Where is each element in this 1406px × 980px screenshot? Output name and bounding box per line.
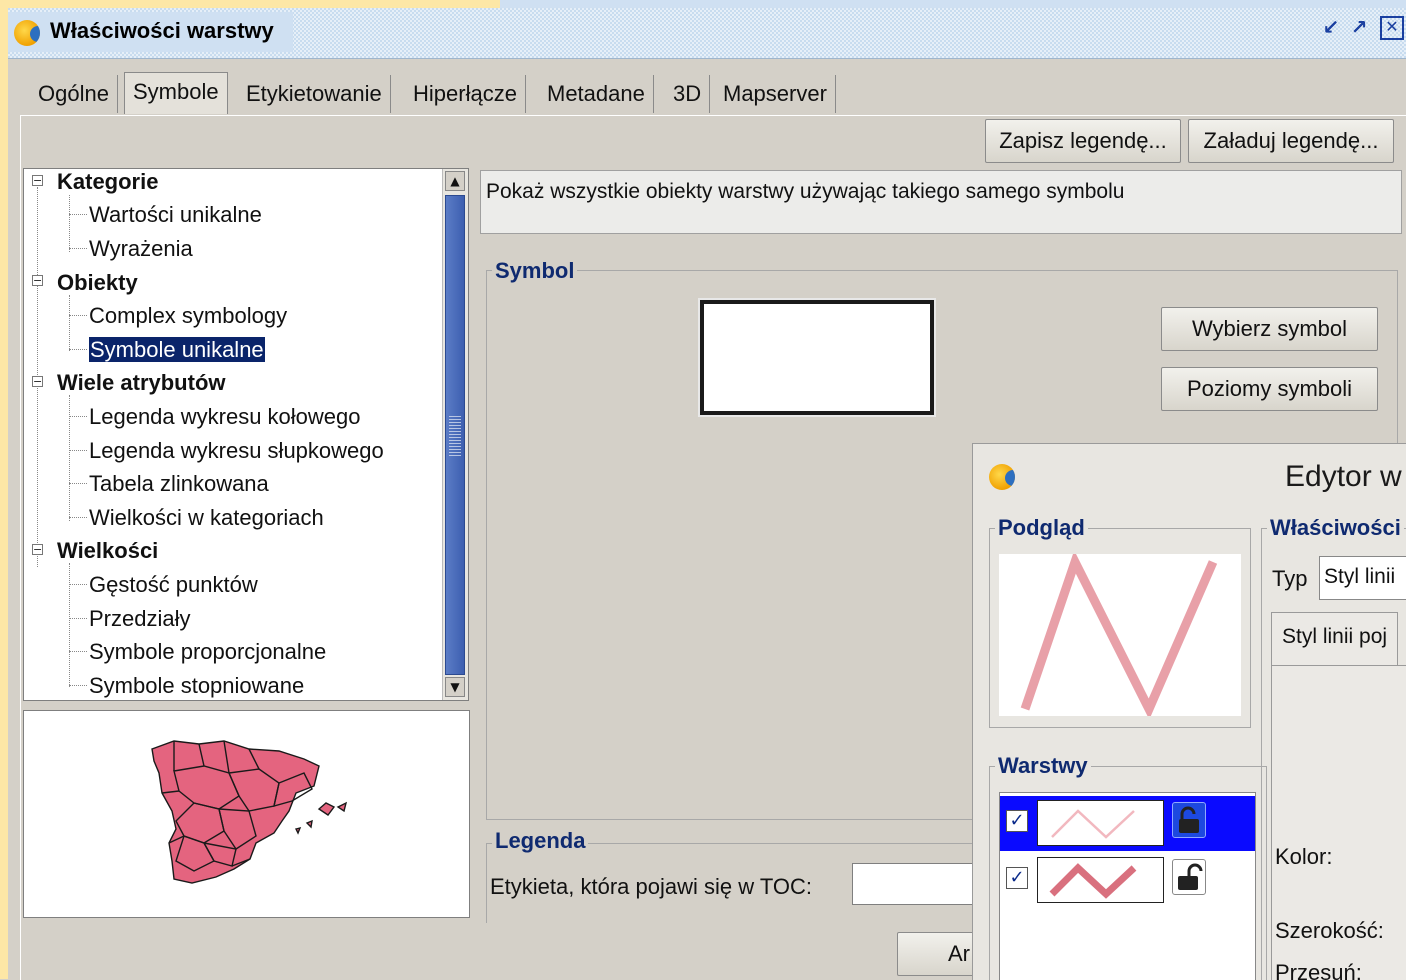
tab-mapserver[interactable]: Mapserver (715, 75, 836, 113)
scroll-down-icon[interactable]: ▼ (445, 677, 465, 697)
tab-symbols[interactable]: Symbole (124, 72, 228, 114)
editor-title: Edytor w (1285, 460, 1402, 493)
layers-list: ✓ ✓ (999, 792, 1256, 980)
app-logo-icon (14, 20, 40, 46)
collapse-wielkosci-icon[interactable]: − (32, 544, 43, 555)
tab-single-line-style[interactable]: Styl linii poj (1271, 612, 1399, 667)
layer-row-1[interactable]: ✓ (1000, 796, 1255, 851)
tab-hyperlink[interactable]: Hiperłącze (405, 75, 526, 113)
layer-2-thumbnail (1037, 857, 1164, 903)
window-frame-left (0, 0, 8, 979)
symbol-levels-button[interactable]: Poziomy symboli (1161, 367, 1378, 411)
legend-group-title: Legenda (492, 828, 589, 854)
layer-1-thumbnail (1037, 800, 1164, 846)
tree-item-unique-values[interactable]: Wartości unikalne (89, 202, 262, 228)
tree-item-complex-symbology[interactable]: Complex symbology (89, 303, 287, 329)
toc-label: Etykieta, która pojawi się w TOC: (490, 874, 812, 899)
layer-2-checkbox[interactable]: ✓ (1006, 867, 1028, 889)
load-legend-button[interactable]: Załaduj legendę... (1188, 119, 1394, 163)
line-preview-canvas (999, 550, 1241, 720)
tree-category-obiekty[interactable]: Obiekty (57, 270, 138, 296)
tree-item-intervals[interactable]: Przedziały (89, 606, 190, 632)
layer-row-2[interactable]: ✓ (1000, 853, 1255, 908)
tree-item-linked-table[interactable]: Tabela zlinkowana (89, 471, 269, 497)
scrollbar-thumb[interactable] (445, 195, 465, 675)
legend-type-preview (23, 710, 470, 918)
preview-group-title: Podgląd (995, 515, 1088, 541)
layer-1-checkbox[interactable]: ✓ (1006, 810, 1028, 832)
tree-item-graduated-symbols[interactable]: Symbole stopniowane (89, 673, 304, 699)
tree-category-quantities[interactable]: Wielkości (57, 538, 158, 564)
width-label: Szerokość: (1275, 918, 1384, 943)
collapse-wiele-atrybutow-icon[interactable]: − (32, 376, 43, 387)
symbol-editor-dialog: Edytor w Podgląd Warstwy ✓ ✓ Właściwości… (972, 443, 1406, 980)
legend-type-tree: − Kategorie Wartości unikalne Wyrażenia … (23, 168, 469, 701)
spain-map-preview-icon (151, 740, 348, 884)
window-frame-top-right (500, 0, 1406, 8)
save-legend-button[interactable]: Zapisz legendę... (985, 119, 1181, 163)
tab-3d[interactable]: 3D (665, 75, 711, 113)
choose-symbol-button[interactable]: Wybierz symbol (1161, 307, 1378, 351)
tree-item-dot-density[interactable]: Gęstość punktów (89, 572, 258, 598)
offset-label: Przesuń: (1275, 960, 1362, 980)
tab-general[interactable]: Ogólne (30, 75, 118, 113)
scroll-up-icon[interactable]: ▲ (445, 171, 465, 191)
type-label: Typ (1272, 566, 1308, 591)
symbol-group-title: Symbol (492, 258, 578, 284)
properties-group-title: Właściwości (1267, 515, 1404, 541)
tree-item-pie-chart-legend[interactable]: Legenda wykresu kołowego (89, 404, 361, 430)
tree-scrollbar[interactable]: ▲ ▼ (442, 169, 468, 700)
collapse-obiekty-icon[interactable]: − (32, 275, 43, 286)
editor-app-logo-icon (989, 464, 1015, 490)
tab-metadata[interactable]: Metadane (539, 75, 654, 113)
window-title: Właściwości warstwy (50, 18, 274, 43)
unlock-icon[interactable] (1172, 859, 1206, 895)
tree-category-kategorie[interactable]: Kategorie (57, 169, 158, 195)
collapse-kategorie-icon[interactable]: − (32, 175, 43, 186)
tree-item-bar-chart-legend[interactable]: Legenda wykresu słupkowego (89, 438, 384, 464)
minimize-icon[interactable]: ↙ (1318, 14, 1344, 40)
tree-item-expressions[interactable]: Wyrażenia (89, 236, 193, 262)
window-frame-top (0, 0, 500, 8)
layers-group-title: Warstwy (995, 753, 1091, 779)
tab-labeling[interactable]: Etykietowanie (238, 75, 391, 113)
type-select[interactable]: Styl linii (1319, 556, 1406, 600)
legend-description: Pokaż wszystkie obiekty warstwy używając… (480, 170, 1402, 234)
tree-item-proportional-symbols[interactable]: Symbole proporcjonalne (89, 639, 326, 665)
color-label: Kolor: (1275, 844, 1333, 869)
tree-item-unique-symbols[interactable]: Symbole unikalne (89, 337, 265, 363)
toc-label-input[interactable] (852, 863, 992, 905)
maximize-icon[interactable]: ↗ (1346, 14, 1372, 40)
tree-category-multi-attributes[interactable]: Wiele atrybutów (57, 370, 226, 396)
close-icon[interactable]: ✕ (1380, 16, 1404, 40)
tree-item-quantities-by-category[interactable]: Wielkości w kategoriach (89, 505, 324, 531)
symbol-preview[interactable] (700, 300, 934, 415)
lock-icon[interactable] (1172, 802, 1206, 838)
